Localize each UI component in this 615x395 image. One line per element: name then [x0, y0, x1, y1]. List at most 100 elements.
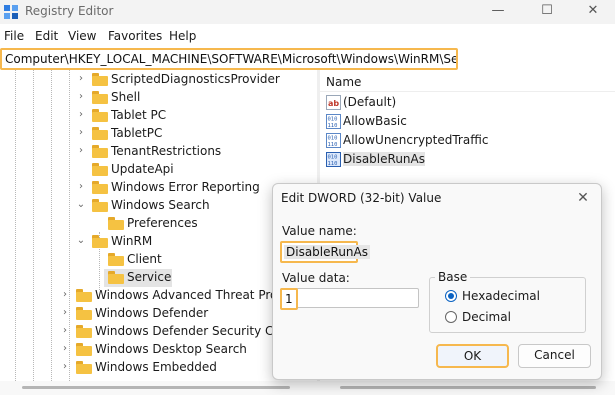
string-value-icon: ab — [326, 95, 341, 110]
cancel-button[interactable]: Cancel — [518, 344, 591, 368]
tree-item-label: Windows Error Reporting — [111, 180, 260, 194]
tree-item-tenantrestrictions[interactable]: › TenantRestrictions — [0, 143, 317, 161]
horizontal-scrollbar[interactable] — [0, 381, 615, 395]
column-header-row — [320, 70, 615, 92]
edit-dword-dialog: Edit DWORD (32-bit) Value ✕ Value name: … — [272, 183, 602, 380]
tree-item-windows-defender-security-cente[interactable]: › Windows Defender Security Cente — [0, 323, 317, 341]
tree-item-winrm[interactable]: ⌄ WinRM — [0, 233, 317, 251]
tree-scroll-thumb[interactable] — [22, 386, 290, 389]
chevron-right-icon[interactable]: › — [60, 361, 70, 373]
menu-file[interactable]: File — [4, 29, 24, 43]
decimal-radio[interactable] — [445, 311, 457, 323]
folder-icon — [92, 163, 108, 176]
hexadecimal-radio[interactable] — [445, 290, 457, 302]
maximize-button[interactable]: ☐ — [524, 0, 570, 24]
hexadecimal-label[interactable]: Hexadecimal — [462, 289, 540, 303]
tree-item-service[interactable]: Service — [0, 269, 317, 287]
chevron-right-icon[interactable]: › — [76, 73, 86, 85]
chevron-right-icon[interactable]: › — [76, 145, 86, 157]
tree-item-windows-error-reporting[interactable]: › Windows Error Reporting — [0, 179, 317, 197]
tree-item-label: Windows Search — [111, 198, 210, 212]
folder-icon — [76, 289, 92, 302]
tree-item-windows-desktop-search[interactable]: › Windows Desktop Search — [0, 341, 317, 359]
chevron-right-icon[interactable]: › — [76, 127, 86, 139]
tree-item-label: Windows Defender — [95, 306, 209, 320]
folder-icon — [92, 127, 108, 140]
base-label: Base — [435, 270, 471, 284]
svg-text:ab: ab — [328, 99, 339, 108]
column-header-name[interactable]: Name — [326, 75, 361, 89]
tree-item-label: Tablet PC — [111, 108, 167, 122]
tree-item-windows-search[interactable]: ⌄ Windows Search — [0, 197, 317, 215]
chevron-right-icon[interactable]: › — [76, 109, 86, 121]
folder-icon — [76, 361, 92, 374]
value-name-label: Value name: — [282, 224, 357, 238]
chevron-right-icon[interactable]: › — [60, 343, 70, 355]
folder-icon — [108, 253, 124, 266]
values-scroll-thumb[interactable] — [340, 386, 596, 389]
folder-icon — [92, 235, 108, 248]
registry-editor-app-icon — [4, 5, 18, 19]
dword-value-icon: 010 110 — [326, 114, 341, 129]
value-name-text: DisableRunAs — [284, 245, 370, 259]
folder-icon — [92, 109, 108, 122]
tree-item-windows-advanced-threat-protec[interactable]: › Windows Advanced Threat Protec — [0, 287, 317, 305]
decimal-label[interactable]: Decimal — [462, 310, 511, 324]
value-name: (Default) — [343, 95, 397, 109]
minimize-button[interactable]: — — [475, 0, 521, 24]
value-name: AllowUnencryptedTraffic — [343, 133, 489, 147]
dword-value-icon: 010 110 — [326, 133, 341, 148]
menu-help[interactable]: Help — [169, 29, 196, 43]
title-bar: Registry Editor — ☐ ✕ — [0, 0, 615, 24]
folder-icon — [108, 271, 124, 284]
menu-favorites[interactable]: Favorites — [108, 29, 162, 43]
chevron-down-icon[interactable]: ⌄ — [76, 199, 86, 211]
chevron-right-icon[interactable]: › — [60, 289, 70, 301]
ok-button[interactable]: OK — [436, 344, 509, 368]
tree-item-label: TabletPC — [111, 126, 163, 140]
chevron-right-icon[interactable]: › — [60, 307, 70, 319]
value-name-field[interactable]: DisableRunAs — [280, 241, 370, 263]
dialog-close-button[interactable]: ✕ — [571, 188, 595, 208]
folder-icon — [76, 307, 92, 320]
tree-item-scripteddiagnosticsprovider[interactable]: › ScriptedDiagnosticsProvider — [0, 71, 317, 89]
value-data-field[interactable] — [280, 288, 419, 308]
svg-text:110: 110 — [328, 161, 338, 167]
tree-item-windows-defender[interactable]: › Windows Defender — [0, 305, 317, 323]
close-button[interactable]: ✕ — [570, 0, 615, 24]
chevron-down-icon[interactable]: ⌄ — [76, 235, 86, 247]
svg-text:110: 110 — [328, 123, 338, 129]
tree-item-label: WinRM — [111, 234, 153, 248]
tree-item-shell[interactable]: › Shell — [0, 89, 317, 107]
chevron-right-icon[interactable]: › — [60, 325, 70, 337]
menu-edit[interactable]: Edit — [35, 29, 58, 43]
tree-item-label: Service — [127, 270, 172, 284]
window-title: Registry Editor — [25, 4, 114, 18]
tree-item-label: Client — [127, 252, 162, 266]
chevron-right-icon[interactable]: › — [76, 181, 86, 193]
tree-item-windows-embedded[interactable]: › Windows Embedded — [0, 359, 317, 377]
tree-item-label: ScriptedDiagnosticsProvider — [111, 72, 280, 86]
value-data-input[interactable]: 1 — [280, 288, 298, 310]
svg-text:010: 010 — [328, 117, 338, 123]
tree-item-tablet-pc[interactable]: › Tablet PC — [0, 107, 317, 125]
tree-item-client[interactable]: Client — [0, 251, 317, 269]
tree-item-label: Windows Advanced Threat Protec — [95, 288, 297, 302]
chevron-right-icon[interactable]: › — [76, 91, 86, 103]
tree-item-label: UpdateApi — [111, 162, 174, 176]
menu-view[interactable]: View — [68, 29, 96, 43]
base-groupbox — [429, 277, 586, 333]
svg-text:010: 010 — [328, 136, 338, 142]
dword-value-icon: 010 110 — [326, 152, 341, 167]
tree-item-preferences[interactable]: Preferences — [0, 215, 317, 233]
tree-item-label: Windows Defender Security Cente — [95, 324, 301, 338]
address-bar[interactable]: Computer\HKEY_LOCAL_MACHINE\SOFTWARE\Mic… — [0, 48, 458, 70]
tree-item-label: Shell — [111, 90, 141, 104]
tree-item-updateapi[interactable]: UpdateApi — [0, 161, 317, 179]
svg-text:010: 010 — [328, 155, 338, 161]
dialog-title: Edit DWORD (32-bit) Value — [281, 191, 442, 205]
tree-item-tabletpc[interactable]: › TabletPC — [0, 125, 317, 143]
folder-icon — [92, 91, 108, 104]
svg-text:110: 110 — [328, 142, 338, 148]
folder-icon — [92, 181, 108, 194]
